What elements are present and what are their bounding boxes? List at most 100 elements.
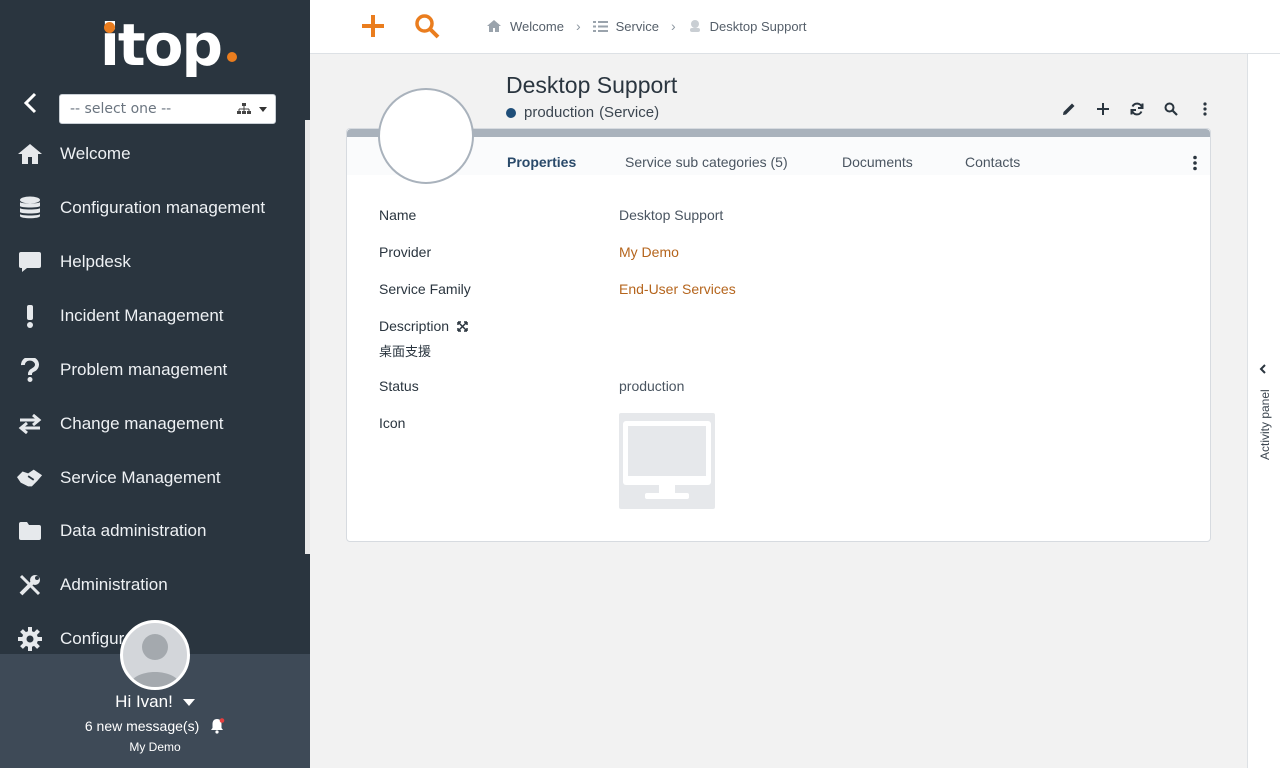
folder-icon [17,518,43,544]
menu-item-welcome[interactable]: Welcome [0,128,305,180]
tab-contacts[interactable]: Contacts [965,154,1020,170]
breadcrumb-item-welcome[interactable]: Welcome [486,19,564,34]
status-text: production [524,104,595,121]
pencil-icon [1063,103,1075,115]
exclamation-icon [17,303,43,329]
edit-button[interactable] [1058,98,1080,120]
menu-item-incident-management[interactable]: Incident Management [0,290,305,342]
menu-item-label: Welcome [60,144,131,163]
menu-item-helpdesk[interactable]: Helpdesk [0,236,305,288]
breadcrumb-item-desktop-support[interactable]: Desktop Support [688,19,807,34]
chevron-left-icon [23,92,37,114]
monitor-icon [623,421,711,499]
new-messages-text: 6 new message(s) [84,718,200,735]
top-bar: Welcome › Service › Desktop Support [310,0,1280,54]
gear-icon [17,626,43,652]
tools-icon [17,572,43,598]
object-details-card: Properties Service sub categories (5) Do… [346,128,1211,542]
user-greeting-text: Hi Ivan! [115,692,173,711]
tab-properties[interactable]: Properties [507,154,576,170]
page-title: Desktop Support [506,72,678,98]
menu-item-label: Configur [60,629,125,648]
chevron-right-icon: › [670,18,676,34]
tab-service-sub-categories[interactable]: Service sub categories (5) [625,154,788,170]
bell-icon[interactable] [209,718,225,737]
menu-item-label: Data administration [60,521,207,540]
menu-item-label: Helpdesk [60,252,131,271]
chevron-left-icon[interactable] [1257,360,1269,379]
menu-item-administration[interactable]: Administration [0,559,305,611]
chevron-right-icon: › [575,18,581,34]
question-icon [17,357,43,383]
plus-icon [362,15,384,37]
field-label-description: Description [379,318,468,335]
menu-item-change-management[interactable]: Change management [0,398,305,450]
service-icon [689,20,700,32]
search-icon [415,14,440,39]
exchange-icon [17,411,43,437]
activity-panel-label: Activity panel [1258,389,1272,460]
collapse-menu-button[interactable] [18,90,44,116]
field-label-name: Name [379,207,417,223]
kebab-icon [1203,102,1207,116]
menu-item-label: Incident Management [60,306,224,325]
itop-logo[interactable]: itop [100,10,240,80]
field-label-service-family: Service Family [379,281,471,297]
menu-item-configuration-management[interactable]: Configuration management [0,182,305,234]
new-messages[interactable]: 6 new message(s) [0,718,310,737]
expand-icon[interactable] [457,319,468,335]
menu-item-label: Change management [60,414,224,433]
home-icon [487,20,501,32]
refresh-button[interactable] [1126,98,1148,120]
refresh-icon [1130,102,1144,116]
user-organization: My Demo [129,740,181,754]
object-icon [378,88,474,184]
plus-icon [1097,103,1109,115]
field-label-provider: Provider [379,244,432,260]
user-greeting[interactable]: Hi Ivan! [0,692,310,712]
menu-item-problem-management[interactable]: Problem management [0,344,305,396]
organization-select[interactable]: -- select one -- [59,94,276,124]
menu-item-label: Administration [60,575,168,594]
status-dot [506,107,516,118]
logo-text: itop [100,11,223,79]
search-button[interactable] [1160,98,1182,120]
menu-item-service-management[interactable]: Service Management [0,452,305,504]
card-status-line [347,129,1210,137]
breadcrumb-item-service[interactable]: Service [592,18,659,34]
field-value-provider[interactable]: My Demo [619,244,679,260]
global-search-button[interactable] [414,13,440,39]
home-icon [17,141,43,167]
object-status: production (Service) [506,104,659,121]
service-icon-image [619,413,715,509]
menu-item-label: Service Management [60,468,221,487]
field-value-description: 桌面支援 [379,345,432,360]
new-object-button[interactable] [360,13,386,39]
chat-icon [17,249,43,275]
activity-panel[interactable]: Activity panel [1247,54,1280,768]
breadcrumb-label: Desktop Support [709,18,807,34]
chevron-down-icon [182,699,195,707]
field-value-service-family[interactable]: End-User Services [619,281,736,297]
tabs-more-icon[interactable] [1192,155,1198,171]
object-actions [1058,98,1228,120]
tab-documents[interactable]: Documents [842,154,913,170]
menu-item-data-administration[interactable]: Data administration [0,505,305,557]
object-class: (Service) [599,104,660,121]
new-button[interactable] [1092,98,1114,120]
search-icon [1164,102,1178,116]
chevron-down-icon [259,107,267,112]
tabs-bar: Properties Service sub categories (5) Do… [347,137,1210,175]
sidebar-scrollbar[interactable] [305,120,310,554]
description-label-text: Description [379,318,450,334]
breadcrumb-label: Welcome [510,18,564,34]
field-value-name: Desktop Support [619,207,724,223]
more-actions-button[interactable] [1194,98,1216,120]
logo-dot [227,52,237,62]
breadcrumb-label: Service [615,18,659,34]
logo-i-dot [104,22,115,33]
field-value-status: production [619,378,685,394]
field-label-icon: Icon [379,415,406,431]
hierarchy-icon[interactable] [237,103,251,119]
avatar[interactable] [120,620,190,690]
